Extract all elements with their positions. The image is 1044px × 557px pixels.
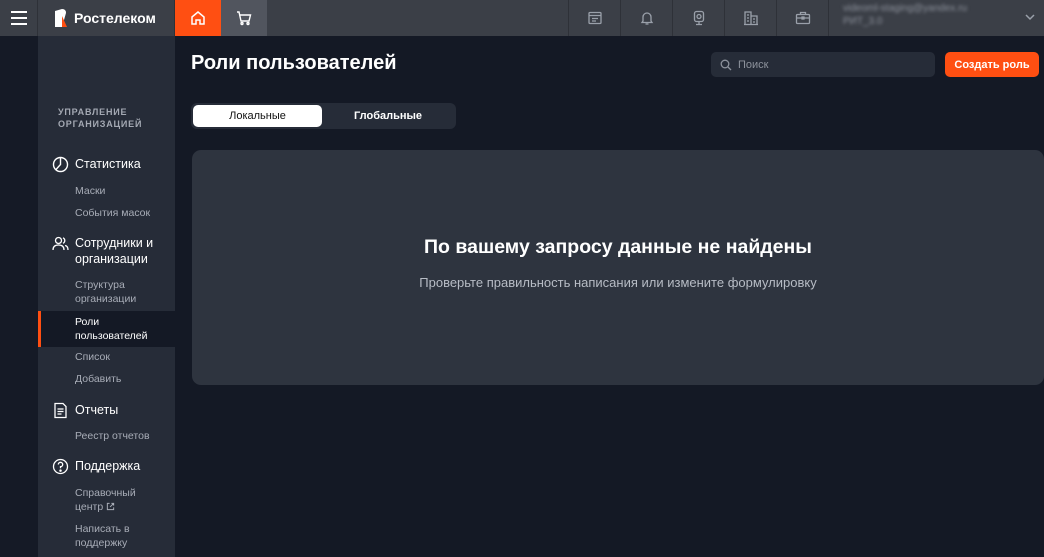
top-nav-document[interactable] bbox=[568, 0, 620, 36]
sidebar-group-employees[interactable]: Сотрудники и организации bbox=[52, 235, 170, 267]
menu-icon[interactable] bbox=[0, 0, 38, 36]
logo[interactable]: Ростелеком bbox=[38, 0, 175, 36]
home-icon bbox=[191, 11, 205, 25]
document-icon bbox=[54, 402, 67, 419]
sidebar-item-help-center[interactable]: Справочный центр bbox=[75, 486, 145, 514]
sidebar-item-mask-events[interactable]: События масок bbox=[75, 206, 170, 220]
sidebar-group-support[interactable]: Поддержка bbox=[52, 458, 170, 475]
chevron-down-icon bbox=[1025, 14, 1035, 21]
sidebar-group-label: Сотрудники и организации bbox=[75, 236, 154, 266]
sidebar-item-label: Роли пользователей bbox=[75, 316, 148, 342]
briefcase-icon bbox=[795, 11, 810, 25]
chart-pie-icon bbox=[52, 156, 69, 173]
calendar-list-icon bbox=[587, 11, 602, 25]
empty-state-title: По вашему запросу данные не найдены bbox=[424, 236, 812, 258]
sidebar-item-masks[interactable]: Маски bbox=[75, 184, 170, 198]
search-input[interactable] bbox=[738, 58, 928, 71]
cart-button[interactable] bbox=[221, 0, 267, 36]
user-subtitle: РИТ_3.0 bbox=[843, 16, 883, 27]
page-title: Роли пользователей bbox=[191, 52, 397, 74]
sidebar: УПРАВЛЕНИЕ ОРГАНИЗАЦИЕЙ Статистика Маски… bbox=[38, 36, 175, 557]
user-email: videoml-staging@yandex.ru bbox=[843, 3, 968, 14]
top-nav-buildings[interactable] bbox=[724, 0, 776, 36]
sidebar-group-reports[interactable]: Отчеты bbox=[52, 402, 170, 419]
users-icon bbox=[52, 236, 69, 251]
create-role-button[interactable]: Создать роль bbox=[945, 52, 1039, 77]
building-icon bbox=[743, 11, 758, 26]
sidebar-item-org-structure[interactable]: Структура организации bbox=[75, 278, 170, 306]
webcam-icon bbox=[693, 10, 704, 26]
top-nav-camera[interactable] bbox=[672, 0, 724, 36]
left-strip bbox=[0, 36, 38, 557]
sidebar-item-user-roles[interactable]: Роли пользователей bbox=[38, 311, 175, 347]
tab-global[interactable]: Глобальные bbox=[322, 105, 454, 127]
sidebar-item-reports-registry[interactable]: Реестр отчетов bbox=[75, 429, 170, 443]
question-icon bbox=[52, 458, 69, 475]
empty-state: По вашему запросу данные не найдены Пров… bbox=[192, 150, 1044, 385]
sidebar-item-write-support[interactable]: Написать в поддержку bbox=[75, 522, 145, 550]
brand-name: Ростелеком bbox=[74, 10, 156, 26]
bell-icon bbox=[640, 12, 653, 25]
top-nav-notifications[interactable] bbox=[620, 0, 672, 36]
home-button[interactable] bbox=[175, 0, 221, 36]
sidebar-item-add[interactable]: Добавить bbox=[75, 372, 170, 386]
sidebar-item-list[interactable]: Список bbox=[75, 350, 170, 364]
empty-state-subtitle: Проверьте правильность написания или изм… bbox=[419, 275, 817, 290]
sidebar-group-label: Отчеты bbox=[75, 403, 119, 417]
rostelecom-logo-icon bbox=[55, 9, 67, 27]
sidebar-group-label: Поддержка bbox=[75, 459, 141, 473]
cart-icon bbox=[237, 11, 252, 26]
search-box[interactable] bbox=[711, 52, 935, 77]
top-nav-briefcase[interactable] bbox=[776, 0, 828, 36]
sidebar-group-statistics[interactable]: Статистика bbox=[52, 156, 170, 173]
sidebar-section-title: УПРАВЛЕНИЕ ОРГАНИЗАЦИЕЙ bbox=[58, 107, 143, 129]
sidebar-group-label: Статистика bbox=[75, 157, 141, 171]
search-icon bbox=[720, 59, 732, 70]
tab-local[interactable]: Локальные bbox=[193, 105, 322, 127]
external-link-icon bbox=[106, 502, 115, 511]
user-menu[interactable]: videoml-staging@yandex.ru РИТ_3.0 bbox=[828, 0, 1044, 36]
top-bar: Ростелеком videoml-staging@yandex.ru РИТ… bbox=[0, 0, 1044, 36]
tabs: Локальные Глобальные bbox=[191, 103, 456, 129]
